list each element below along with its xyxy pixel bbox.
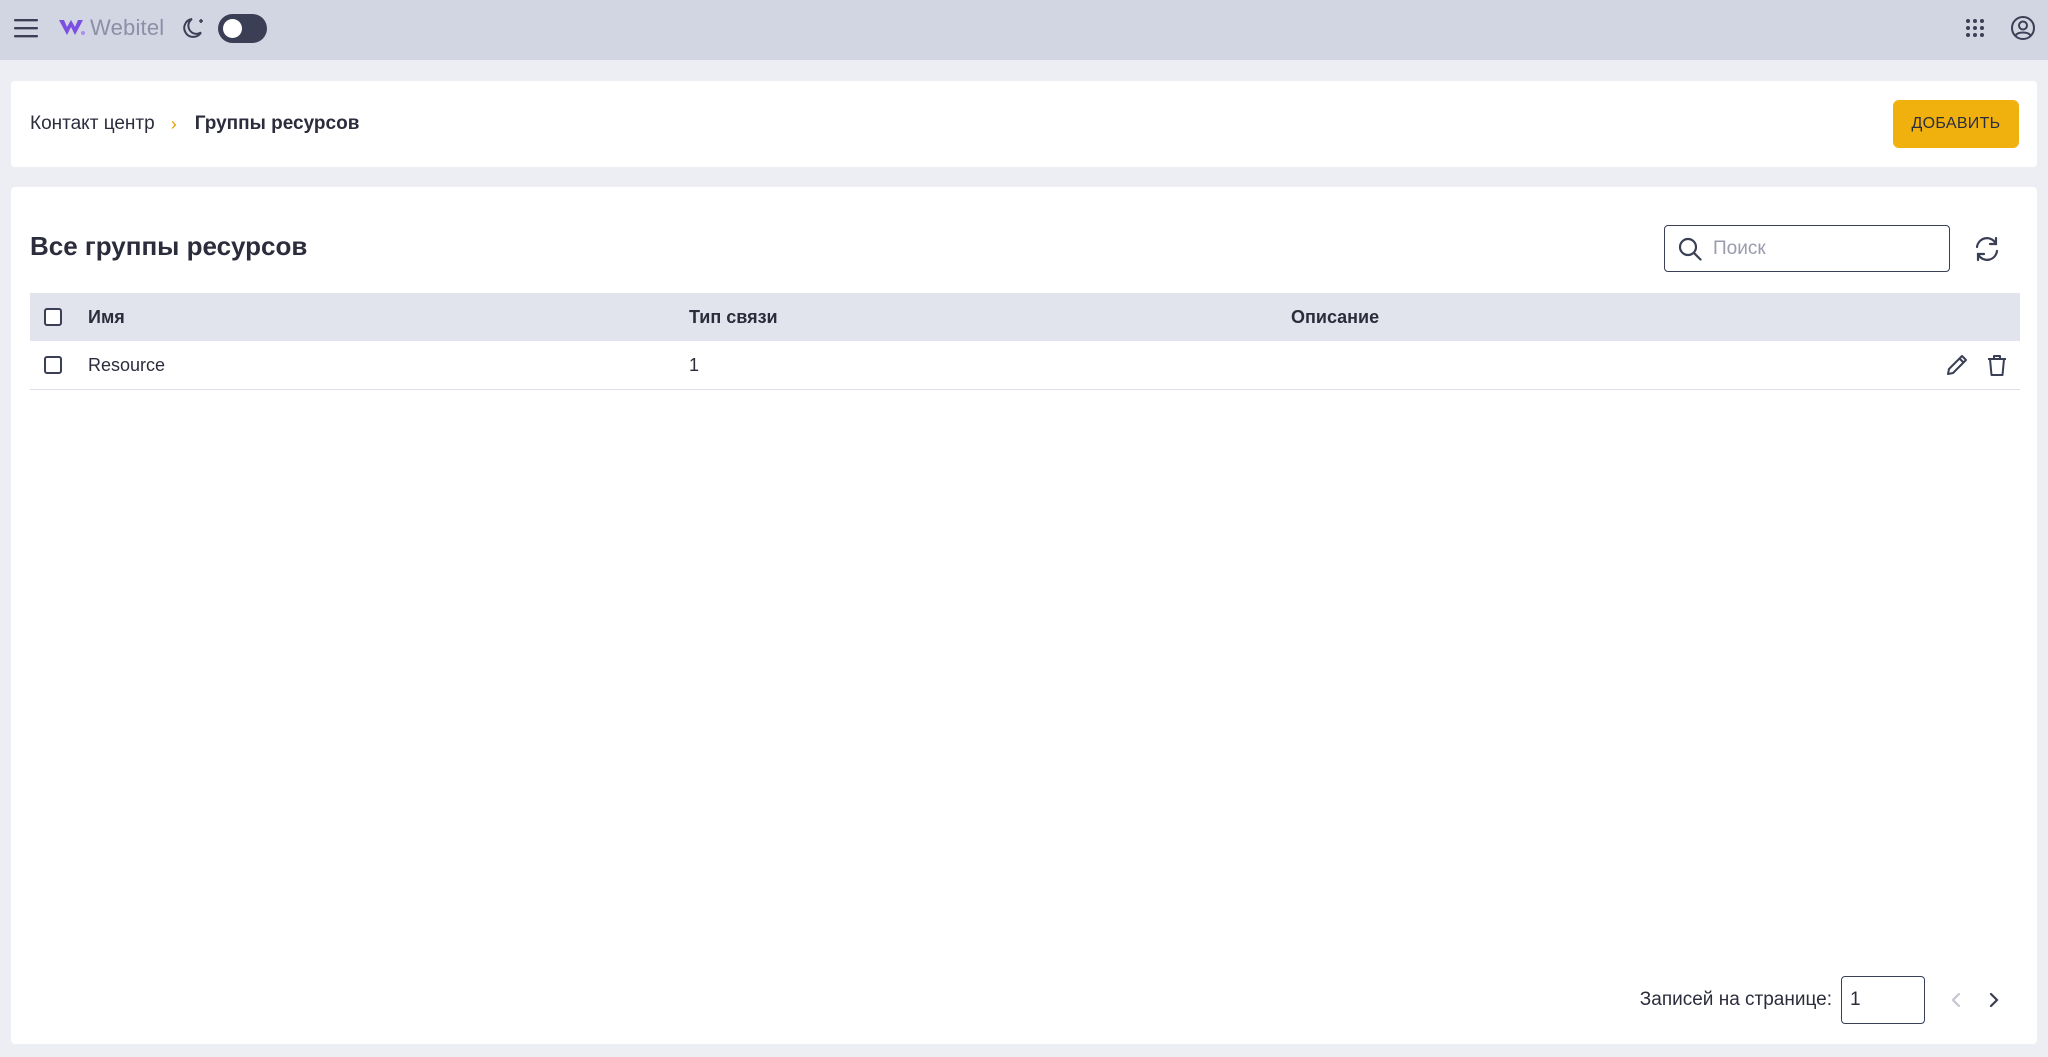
- main-content: Все группы ресурсов Имя Тип связи Описан…: [11, 187, 2037, 1044]
- column-header-name[interactable]: Имя: [88, 307, 125, 328]
- toggle-knob: [223, 19, 242, 38]
- resource-groups-table: Имя Тип связи Описание Resource 1: [30, 293, 2020, 390]
- column-header-description[interactable]: Описание: [1291, 307, 1379, 328]
- top-app-bar: Webitel: [0, 0, 2048, 60]
- column-header-type[interactable]: Тип связи: [689, 307, 778, 328]
- apps-grid-icon[interactable]: [1960, 13, 1990, 43]
- pagination: Записей на странице:: [1640, 976, 2013, 1024]
- row-actions: [1944, 352, 2010, 378]
- webitel-logo-icon: [59, 20, 85, 35]
- table-row: Resource 1: [30, 341, 2020, 390]
- next-page-icon[interactable]: [1975, 981, 2013, 1019]
- account-circle-icon[interactable]: [2007, 12, 2039, 44]
- edit-icon[interactable]: [1944, 352, 1970, 378]
- theme-toggle[interactable]: [218, 14, 267, 43]
- search-icon[interactable]: [1677, 236, 1703, 262]
- logo-text: Webitel: [90, 15, 165, 40]
- table-header: Имя Тип связи Описание: [30, 293, 2020, 341]
- webitel-logo[interactable]: Webitel: [58, 12, 164, 44]
- page-header: Контакт центр › Группы ресурсов ДОБАВИТЬ: [11, 81, 2037, 167]
- prev-page-icon[interactable]: [1937, 981, 1975, 1019]
- row-checkbox[interactable]: [44, 356, 62, 374]
- search-input[interactable]: [1711, 236, 1935, 261]
- refresh-icon[interactable]: [1968, 230, 2006, 268]
- breadcrumb: Контакт центр › Группы ресурсов: [30, 81, 359, 167]
- hamburger-menu-icon[interactable]: [10, 12, 42, 44]
- per-page-input[interactable]: [1841, 976, 1925, 1024]
- row-name[interactable]: Resource: [88, 355, 165, 376]
- row-type: 1: [689, 354, 700, 375]
- delete-icon[interactable]: [1984, 352, 2010, 378]
- search-field[interactable]: [1664, 225, 1950, 272]
- moon-icon[interactable]: [180, 13, 210, 43]
- per-page-label: Записей на странице:: [1639, 989, 1832, 1010]
- add-button[interactable]: ДОБАВИТЬ: [1893, 100, 2019, 148]
- breadcrumb-root[interactable]: Контакт центр: [30, 113, 155, 135]
- page-title: Все группы ресурсов: [30, 231, 308, 261]
- breadcrumb-current: Группы ресурсов: [194, 113, 360, 134]
- select-all-checkbox[interactable]: [44, 308, 62, 326]
- breadcrumb-separator: ›: [170, 113, 177, 134]
